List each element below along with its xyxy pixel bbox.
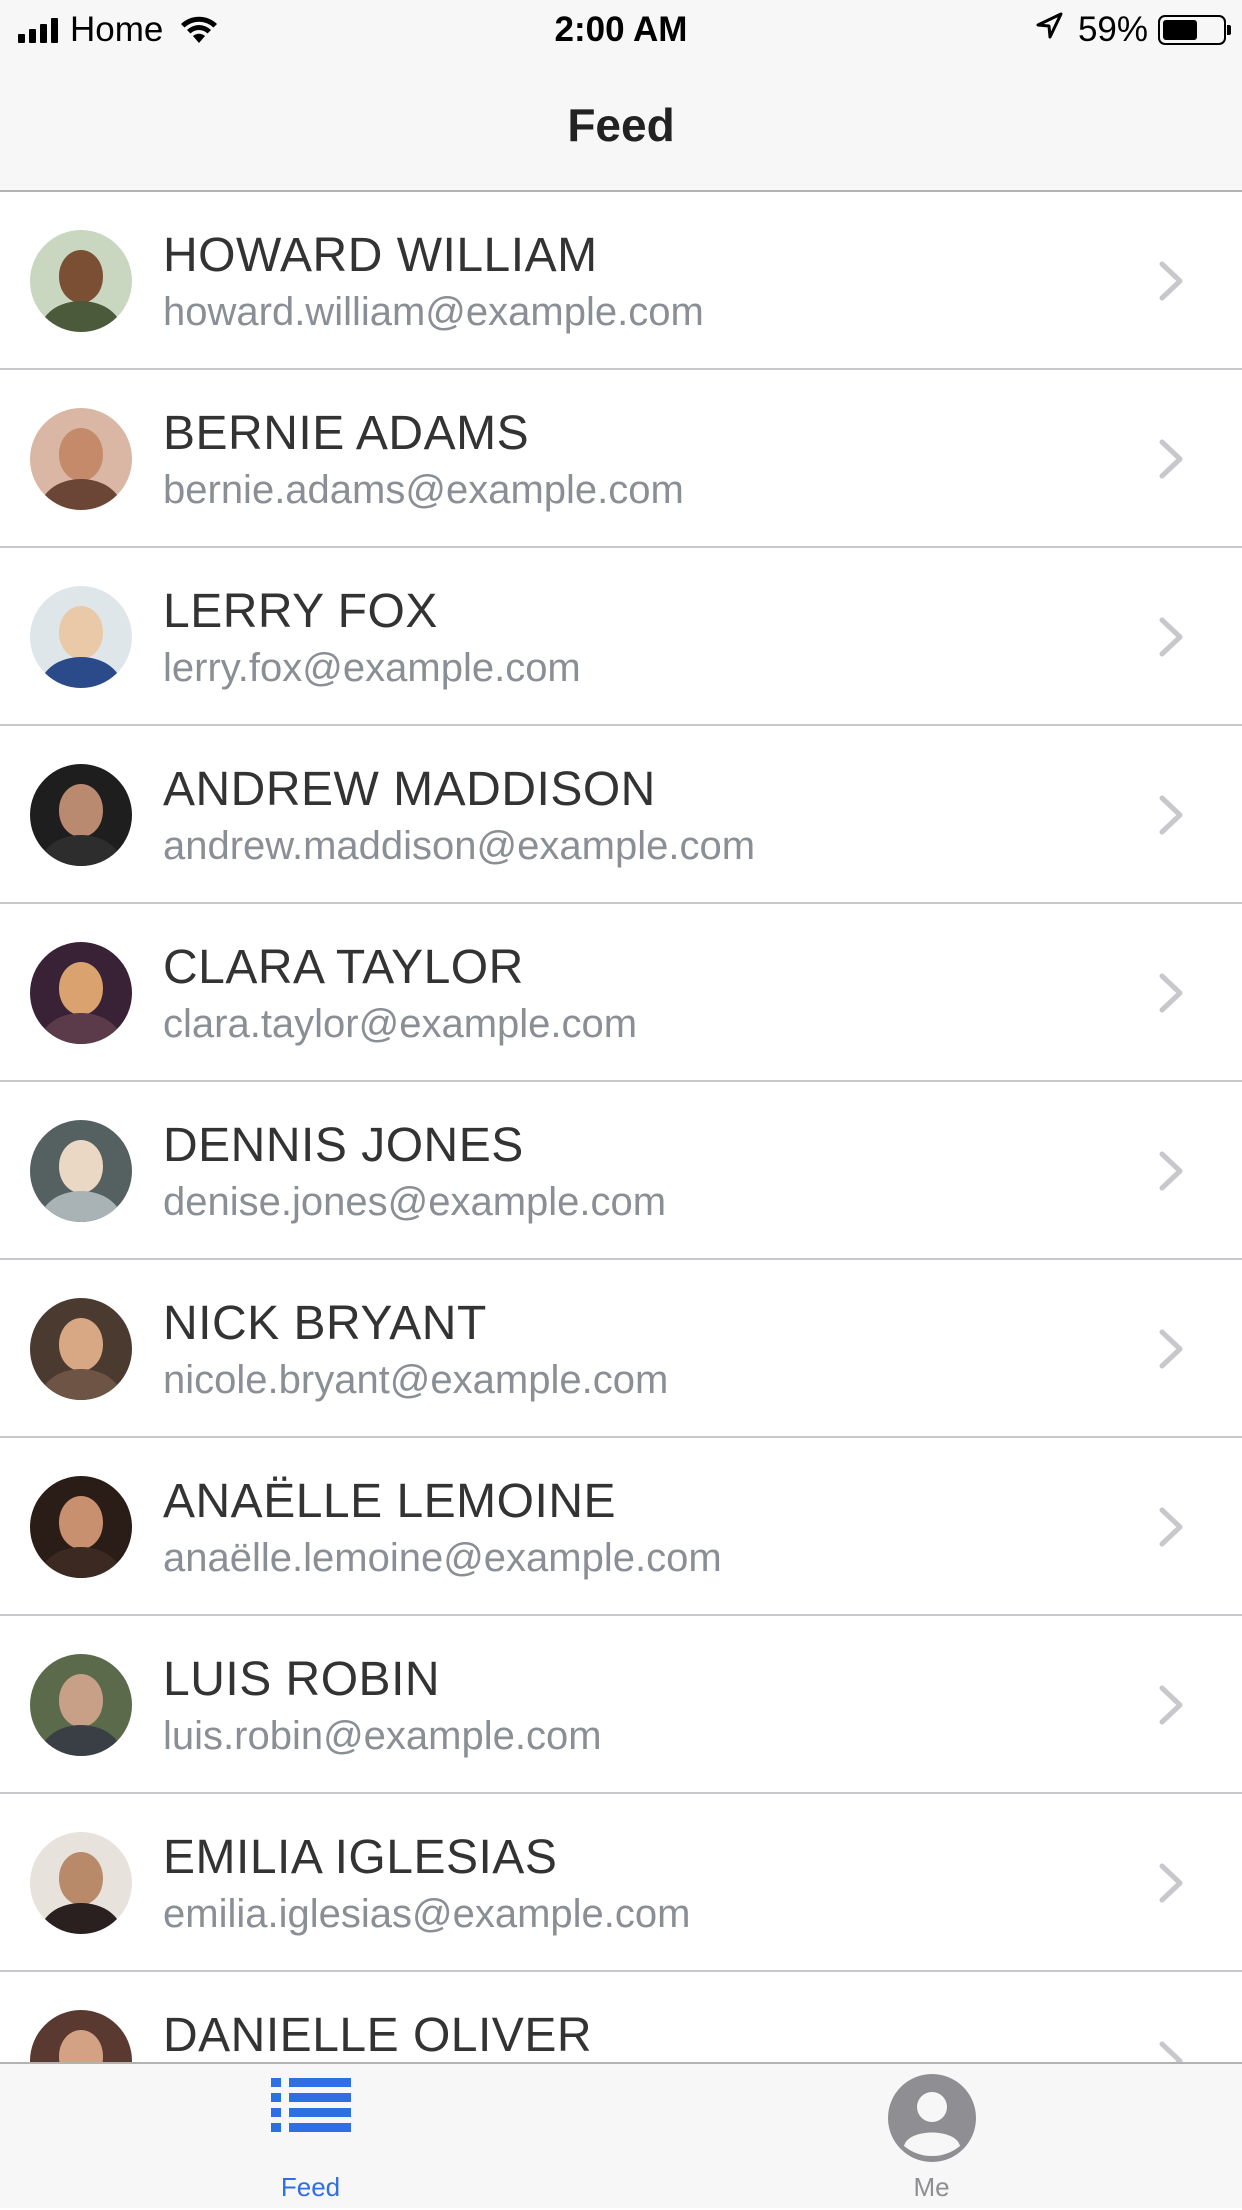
- contact-name: DANIELLE OLIVER: [163, 2009, 592, 2062]
- chevron-right-icon: [1159, 1863, 1183, 1903]
- avatar: [30, 1120, 132, 1222]
- list-item[interactable]: ANDREW MADDISON andrew.maddison@example.…: [0, 726, 1242, 904]
- avatar: [30, 1832, 132, 1934]
- list-item[interactable]: EMILIA IGLESIAS emilia.iglesias@example.…: [0, 1794, 1242, 1972]
- contact-email: nicole.bryant@example.com: [163, 1358, 669, 1402]
- avatar: [30, 1476, 132, 1578]
- battery-percent: 59%: [1077, 10, 1148, 49]
- list-item[interactable]: BERNIE ADAMS bernie.adams@example.com: [0, 370, 1242, 548]
- contact-name: LUIS ROBIN: [163, 1653, 441, 1706]
- chevron-right-icon: [1159, 795, 1183, 835]
- tab-me[interactable]: Me: [621, 2064, 1242, 2210]
- list-item[interactable]: CLARA TAYLOR clara.taylor@example.com: [0, 904, 1242, 1082]
- chevron-right-icon: [1159, 973, 1183, 1013]
- tab-feed[interactable]: Feed: [0, 2064, 621, 2210]
- avatar: [30, 586, 132, 688]
- navigation-bar: Feed: [0, 62, 1242, 192]
- chevron-right-icon: [1159, 2041, 1183, 2062]
- tab-feed-label: Feed: [280, 2172, 341, 2202]
- contact-email: bernie.adams@example.com: [163, 468, 684, 512]
- chevron-right-icon: [1159, 1507, 1183, 1547]
- avatar: [30, 942, 132, 1044]
- avatar: [30, 1654, 132, 1756]
- tab-me-label: Me: [913, 2172, 950, 2202]
- list-item[interactable]: DANIELLE OLIVER: [0, 1972, 1242, 2062]
- contact-name: ANDREW MADDISON: [163, 763, 656, 816]
- list-item[interactable]: LERRY FOX lerry.fox@example.com: [0, 548, 1242, 726]
- status-right: 59%: [1034, 10, 1231, 50]
- contact-email: luis.robin@example.com: [163, 1714, 602, 1758]
- contact-name: ANAËLLE LEMOINE: [163, 1475, 616, 1528]
- avatar: [30, 1298, 132, 1400]
- contact-name: HOWARD WILLIAM: [163, 229, 598, 282]
- chevron-right-icon: [1159, 261, 1183, 301]
- chevron-right-icon: [1159, 1685, 1183, 1725]
- contact-email: howard.william@example.com: [163, 290, 704, 334]
- chevron-right-icon: [1159, 439, 1183, 479]
- contact-email: denise.jones@example.com: [163, 1180, 667, 1224]
- chevron-right-icon: [1159, 1329, 1183, 1369]
- list-icon: [269, 2074, 353, 2139]
- status-bar: Home 2:00 AM 59%: [0, 0, 1242, 62]
- contact-name: LERRY FOX: [163, 585, 438, 638]
- list-item[interactable]: LUIS ROBIN luis.robin@example.com: [0, 1616, 1242, 1794]
- contact-name: DENNIS JONES: [163, 1119, 524, 1172]
- battery-icon: [1158, 15, 1231, 45]
- contact-email: emilia.iglesias@example.com: [163, 1892, 691, 1936]
- avatar: [30, 764, 132, 866]
- contact-list[interactable]: HOWARD WILLIAM howard.william@example.co…: [0, 192, 1242, 2062]
- chevron-right-icon: [1159, 617, 1183, 657]
- list-item[interactable]: DENNIS JONES denise.jones@example.com: [0, 1082, 1242, 1260]
- contact-email: clara.taylor@example.com: [163, 1002, 638, 1046]
- avatar: [30, 408, 132, 510]
- contact-email: lerry.fox@example.com: [163, 646, 581, 690]
- list-item[interactable]: ANAËLLE LEMOINE anaëlle.lemoine@example.…: [0, 1438, 1242, 1616]
- chevron-right-icon: [1159, 1151, 1183, 1191]
- contact-name: BERNIE ADAMS: [163, 407, 530, 460]
- battery-fill: [1163, 20, 1198, 40]
- contact-email: andrew.maddison@example.com: [163, 824, 756, 868]
- tab-bar: Feed Me: [0, 2062, 1242, 2208]
- page-title: Feed: [567, 99, 675, 151]
- user-circle-icon: [887, 2074, 976, 2167]
- contact-name: CLARA TAYLOR: [163, 941, 524, 994]
- contact-name: NICK BRYANT: [163, 1297, 487, 1350]
- list-item[interactable]: HOWARD WILLIAM howard.william@example.co…: [0, 192, 1242, 370]
- avatar: [30, 2010, 132, 2062]
- contact-name: EMILIA IGLESIAS: [163, 1831, 558, 1884]
- contact-email: anaëlle.lemoine@example.com: [163, 1536, 722, 1580]
- avatar: [30, 230, 132, 332]
- location-arrow-icon: [1034, 11, 1064, 50]
- list-item[interactable]: NICK BRYANT nicole.bryant@example.com: [0, 1260, 1242, 1438]
